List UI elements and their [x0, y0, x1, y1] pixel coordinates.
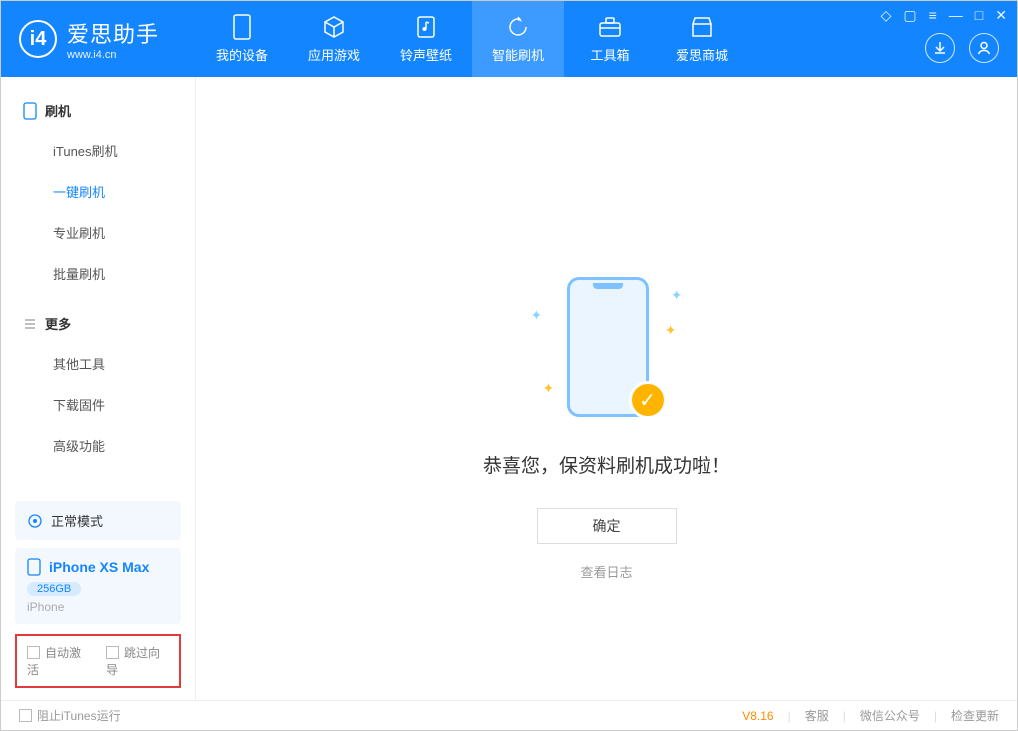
tab-label: 工具箱: [590, 45, 629, 64]
sidebar-group-flash: 刷机: [1, 91, 195, 130]
checkbox-skip-guide[interactable]: 跳过向导: [106, 644, 169, 678]
window-controls: ◇ ▢ ≡ — □ ✕: [881, 7, 1007, 24]
tab-label: 应用游戏: [308, 45, 360, 64]
device-icon: [230, 15, 254, 39]
sidebar: 刷机 iTunes刷机 一键刷机 专业刷机 批量刷机 更多 其他工具 下载固件 …: [1, 77, 196, 700]
music-icon: [414, 15, 438, 39]
app-header: i4 爱思助手 www.i4.cn 我的设备 应用游戏 铃声壁纸 智能刷机 工具…: [1, 1, 1017, 77]
toolbox-icon: [598, 15, 622, 39]
tab-label: 铃声壁纸: [400, 45, 452, 64]
tab-apps-games[interactable]: 应用游戏: [288, 1, 380, 77]
refresh-icon: [506, 15, 530, 39]
sparkle-icon: ✦: [665, 322, 677, 339]
download-icon: [932, 40, 948, 56]
download-button[interactable]: [925, 33, 955, 63]
tab-smart-flash[interactable]: 智能刷机: [472, 1, 564, 77]
checkbox-block-itunes[interactable]: 阻止iTunes运行: [19, 707, 121, 724]
store-icon: [690, 15, 714, 39]
device-mode-box[interactable]: 正常模式: [15, 501, 181, 540]
success-illustration: ✦ ✦ ✦ ✦ ✓: [537, 277, 677, 427]
check-update-link[interactable]: 检查更新: [951, 707, 999, 724]
support-link[interactable]: 客服: [805, 707, 829, 724]
sidebar-item-pro-flash[interactable]: 专业刷机: [1, 212, 195, 253]
sparkle-icon: ✦: [543, 380, 555, 397]
device-panel: 正常模式 iPhone XS Max 256GB iPhone 自动激活 跳过向…: [1, 501, 195, 700]
mode-icon: [27, 513, 43, 529]
tab-label: 我的设备: [216, 45, 268, 64]
checkbox-auto-activate[interactable]: 自动激活: [27, 644, 90, 678]
list-icon: [23, 317, 37, 331]
skin-icon[interactable]: ◇: [881, 7, 892, 24]
logo-icon: i4: [19, 20, 57, 58]
ok-button[interactable]: 确定: [537, 508, 677, 544]
phone-icon: [27, 558, 41, 576]
sidebar-item-oneclick-flash[interactable]: 一键刷机: [1, 171, 195, 212]
tab-my-device[interactable]: 我的设备: [196, 1, 288, 77]
sparkle-icon: ✦: [531, 307, 543, 324]
check-icon: ✓: [629, 381, 667, 419]
menu-icon[interactable]: ≡: [929, 7, 937, 24]
phone-icon: [23, 102, 37, 120]
sidebar-item-download-firmware[interactable]: 下载固件: [1, 384, 195, 425]
tab-label: 智能刷机: [492, 45, 544, 64]
tab-ringtones[interactable]: 铃声壁纸: [380, 1, 472, 77]
sidebar-group-more: 更多: [1, 304, 195, 343]
footer: 阻止iTunes运行 V8.16 | 客服 | 微信公众号 | 检查更新: [1, 700, 1017, 730]
sidebar-item-advanced[interactable]: 高级功能: [1, 425, 195, 466]
options-highlight: 自动激活 跳过向导: [15, 634, 181, 688]
sparkle-icon: ✦: [671, 287, 683, 304]
close-icon[interactable]: ✕: [995, 7, 1007, 24]
version-label: V8.16: [742, 709, 773, 723]
device-mode: 正常模式: [51, 511, 103, 530]
logo-area: i4 爱思助手 www.i4.cn: [1, 17, 196, 61]
success-message: 恭喜您，保资料刷机成功啦！: [483, 451, 730, 478]
minimize-icon[interactable]: —: [949, 7, 963, 24]
maximize-icon[interactable]: □: [975, 7, 983, 24]
device-type: iPhone: [27, 600, 169, 614]
tab-store[interactable]: 爱思商城: [656, 1, 748, 77]
app-url: www.i4.cn: [67, 49, 159, 61]
device-name: iPhone XS Max: [49, 559, 149, 575]
app-name: 爱思助手: [67, 17, 159, 49]
user-icon: [976, 40, 992, 56]
device-storage: 256GB: [27, 582, 81, 596]
view-log-link[interactable]: 查看日志: [580, 562, 632, 581]
main-tabs: 我的设备 应用游戏 铃声壁纸 智能刷机 工具箱 爱思商城: [196, 1, 748, 77]
sidebar-item-itunes-flash[interactable]: iTunes刷机: [1, 130, 195, 171]
sidebar-item-batch-flash[interactable]: 批量刷机: [1, 253, 195, 294]
feedback-icon[interactable]: ▢: [903, 7, 916, 24]
wechat-link[interactable]: 微信公众号: [860, 707, 920, 724]
tab-label: 爱思商城: [676, 45, 728, 64]
tab-toolbox[interactable]: 工具箱: [564, 1, 656, 77]
cube-icon: [322, 15, 346, 39]
device-info-box[interactable]: iPhone XS Max 256GB iPhone: [15, 548, 181, 624]
sidebar-item-other-tools[interactable]: 其他工具: [1, 343, 195, 384]
header-right-buttons: [925, 33, 999, 63]
user-button[interactable]: [969, 33, 999, 63]
main-content: ✦ ✦ ✦ ✦ ✓ 恭喜您，保资料刷机成功啦！ 确定 查看日志: [196, 77, 1017, 700]
